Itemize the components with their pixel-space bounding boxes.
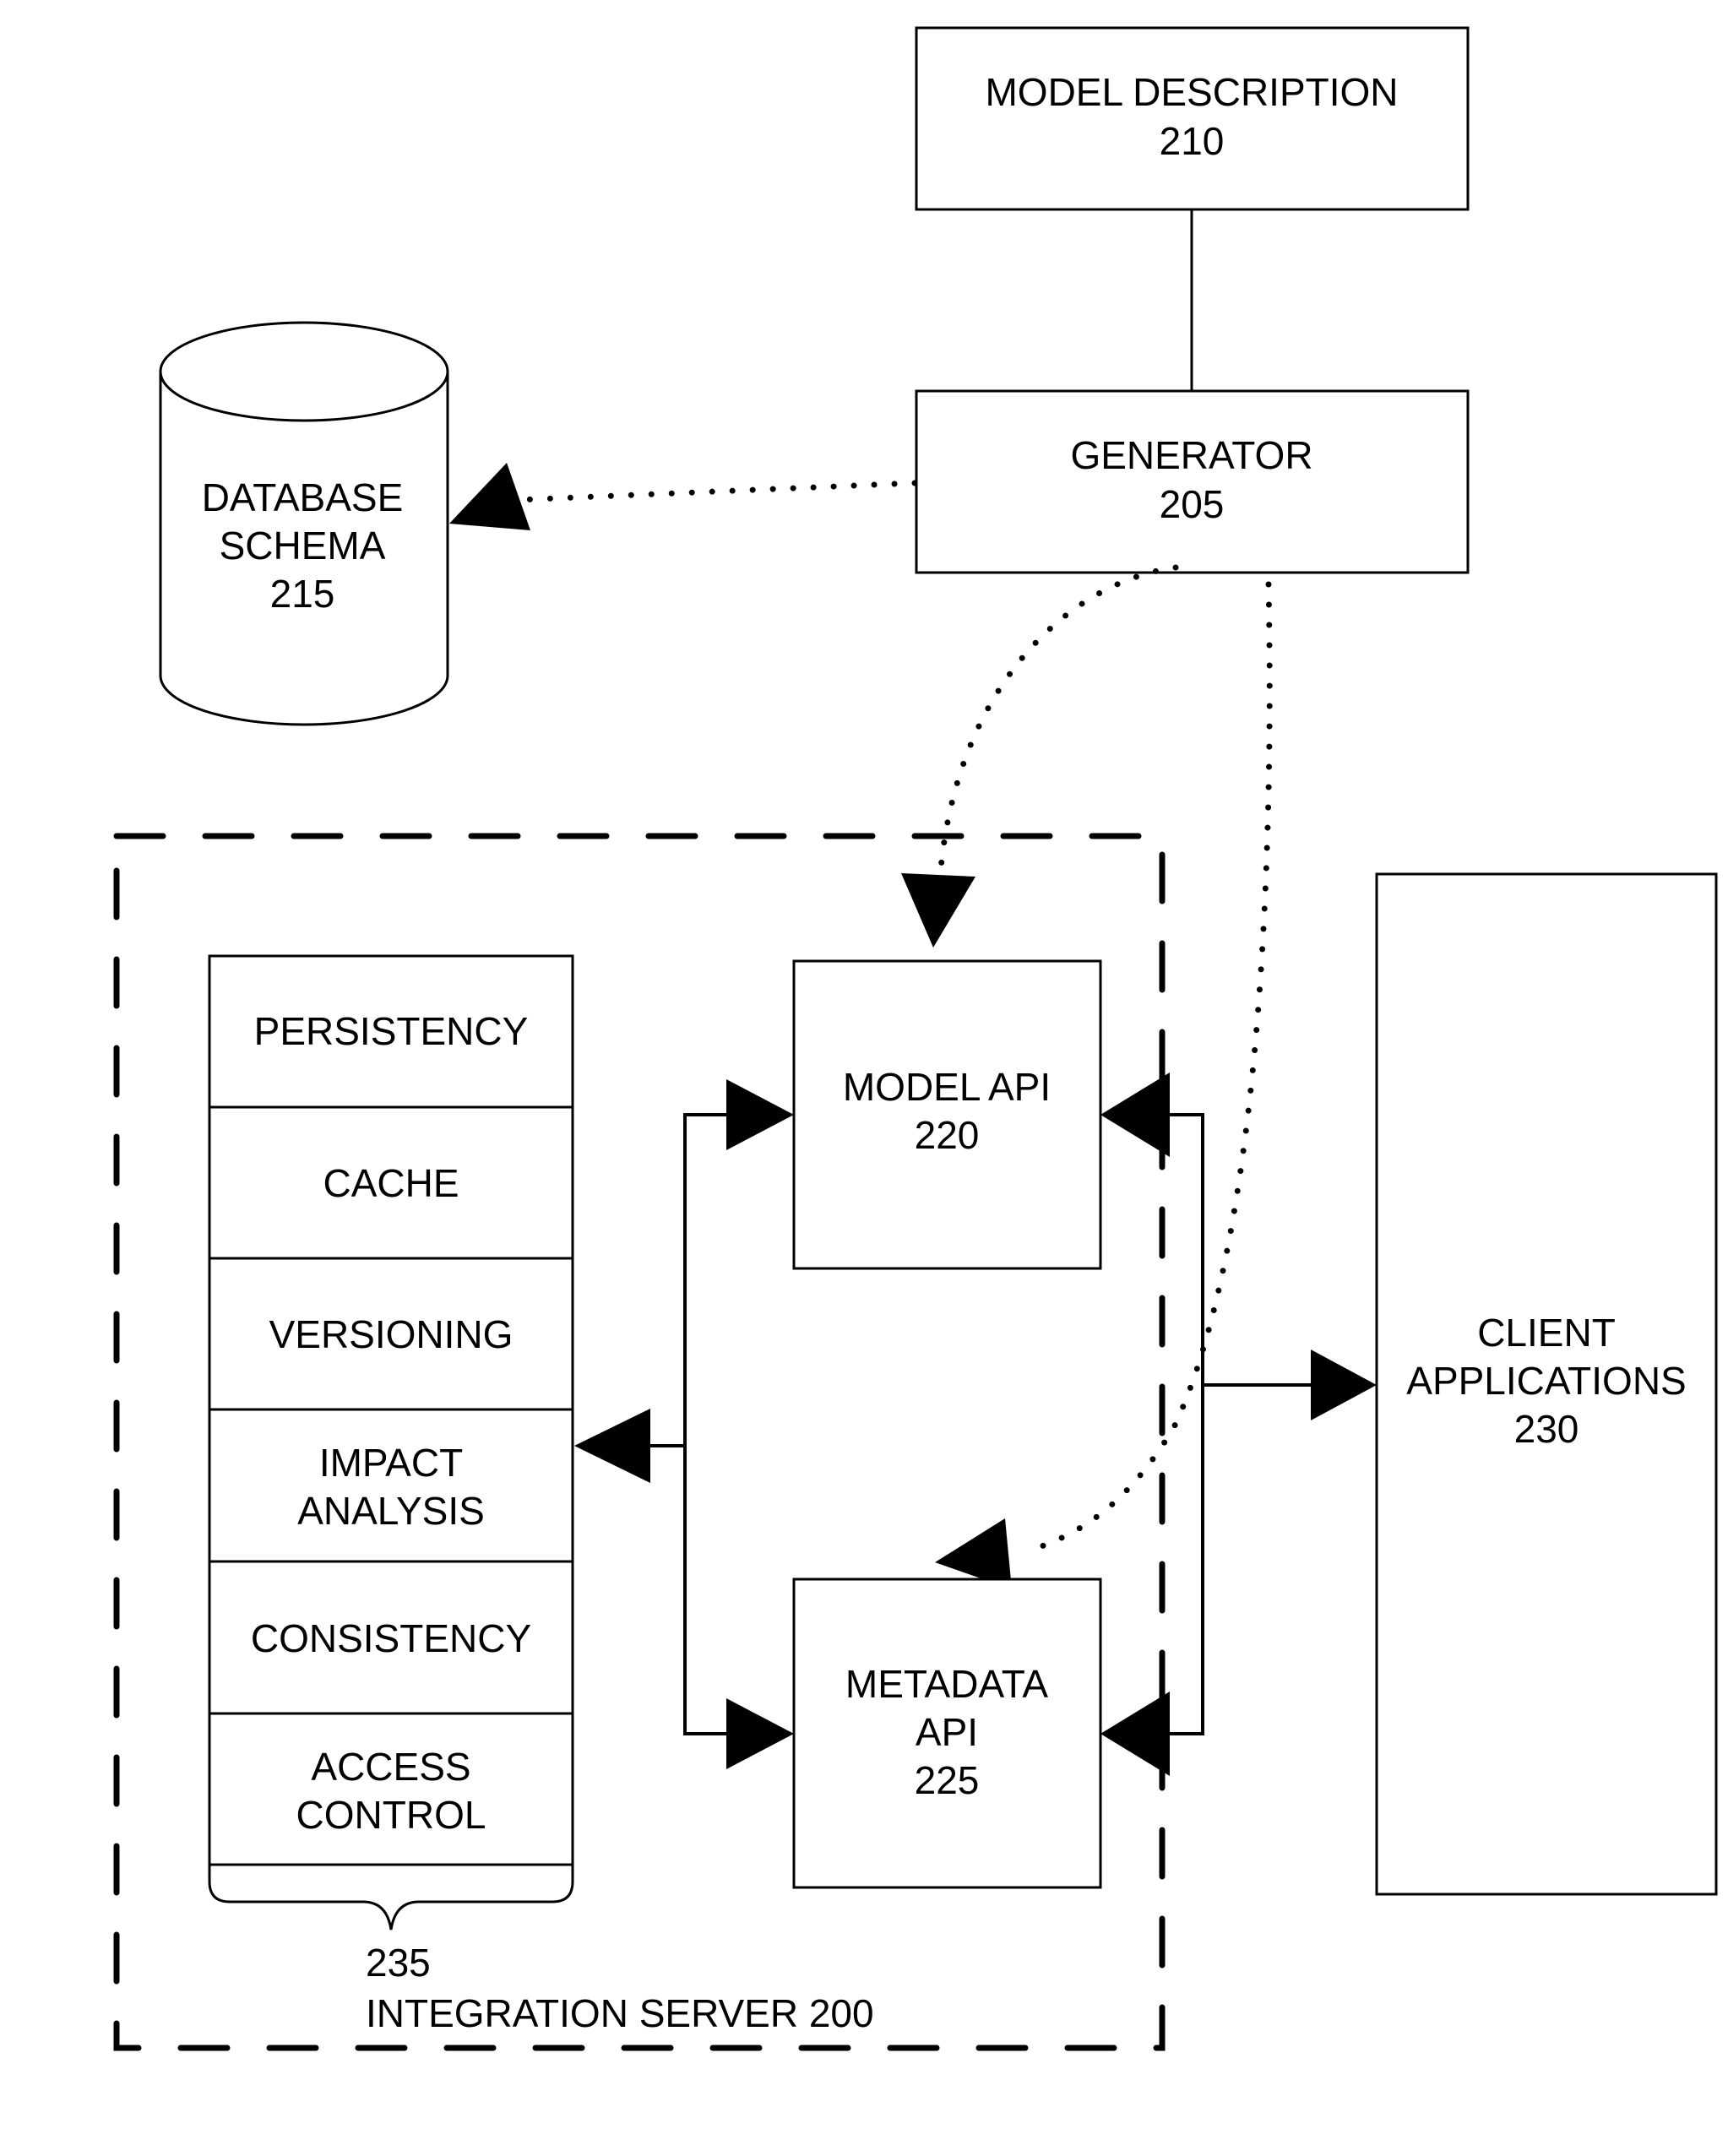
metadata-api-ref: 225	[915, 1758, 980, 1802]
architecture-diagram: MODEL DESCRIPTION 210 GENERATOR 205 DATA…	[113, 26, 1718, 2051]
stack-item-persistency: PERSISTENCY	[254, 1009, 529, 1053]
database-schema-line1: DATABASE	[202, 475, 404, 519]
services-stack-ref: 235	[366, 1941, 431, 1985]
services-stack: PERSISTENCY CACHE VERSIONING IMPACT ANAL…	[208, 954, 574, 1931]
arrowhead-client-applications	[1311, 1350, 1377, 1420]
stack-item-consistency: CONSISTENCY	[251, 1616, 531, 1660]
arrowhead-model-api-right	[1100, 1073, 1170, 1157]
client-applications-ref: 230	[1514, 1407, 1579, 1451]
arrowhead-metadata-api-right	[1100, 1692, 1170, 1776]
api-bus	[683, 1113, 728, 1735]
stack-item-impact-line1: IMPACT	[319, 1441, 463, 1485]
metadata-api-line2: API	[916, 1710, 978, 1754]
metadata-api-line1: METADATA	[845, 1662, 1049, 1706]
arrowhead-database	[449, 463, 530, 530]
model-api-node: MODEL API 220	[792, 959, 1102, 1270]
integration-server-label: INTEGRATION SERVER 200	[366, 1991, 874, 2035]
model-description-title: MODEL DESCRIPTION	[985, 70, 1398, 114]
generator-node: GENERATOR 205	[915, 389, 1470, 574]
client-bus	[1166, 1113, 1204, 1735]
database-schema-node: DATABASE SCHEMA 215	[159, 321, 449, 726]
stack-item-cache: CACHE	[323, 1161, 459, 1205]
generator-ref: 205	[1160, 482, 1225, 526]
client-applications-line2: APPLICATIONS	[1406, 1359, 1686, 1403]
client-applications-node: CLIENT APPLICATIONS 230	[1375, 872, 1718, 1896]
stack-item-impact-line2: ANALYSIS	[297, 1489, 485, 1533]
stack-item-access-line1: ACCESS	[311, 1745, 470, 1789]
arrowhead-model-api-top	[901, 873, 975, 948]
stack-item-versioning: VERSIONING	[269, 1312, 514, 1356]
database-schema-line2: SCHEMA	[220, 524, 386, 568]
arrowhead-model-api-left	[726, 1079, 794, 1150]
edge-generator-model-api	[937, 564, 1179, 882]
stack-item-access-line2: CONTROL	[296, 1793, 486, 1837]
arrowhead-stack	[574, 1409, 650, 1483]
database-schema-ref: 215	[270, 572, 335, 616]
model-api-title: MODEL API	[843, 1065, 1051, 1109]
edge-generator-database	[514, 480, 918, 503]
model-description-ref: 210	[1160, 119, 1225, 163]
arrowhead-metadata-api-left	[726, 1698, 794, 1769]
model-description-node: MODEL DESCRIPTION 210	[915, 26, 1470, 211]
generator-title: GENERATOR	[1070, 433, 1312, 477]
client-applications-line1: CLIENT	[1477, 1311, 1616, 1355]
model-api-ref: 220	[915, 1113, 980, 1157]
metadata-api-node: METADATA API 225	[792, 1578, 1102, 1889]
